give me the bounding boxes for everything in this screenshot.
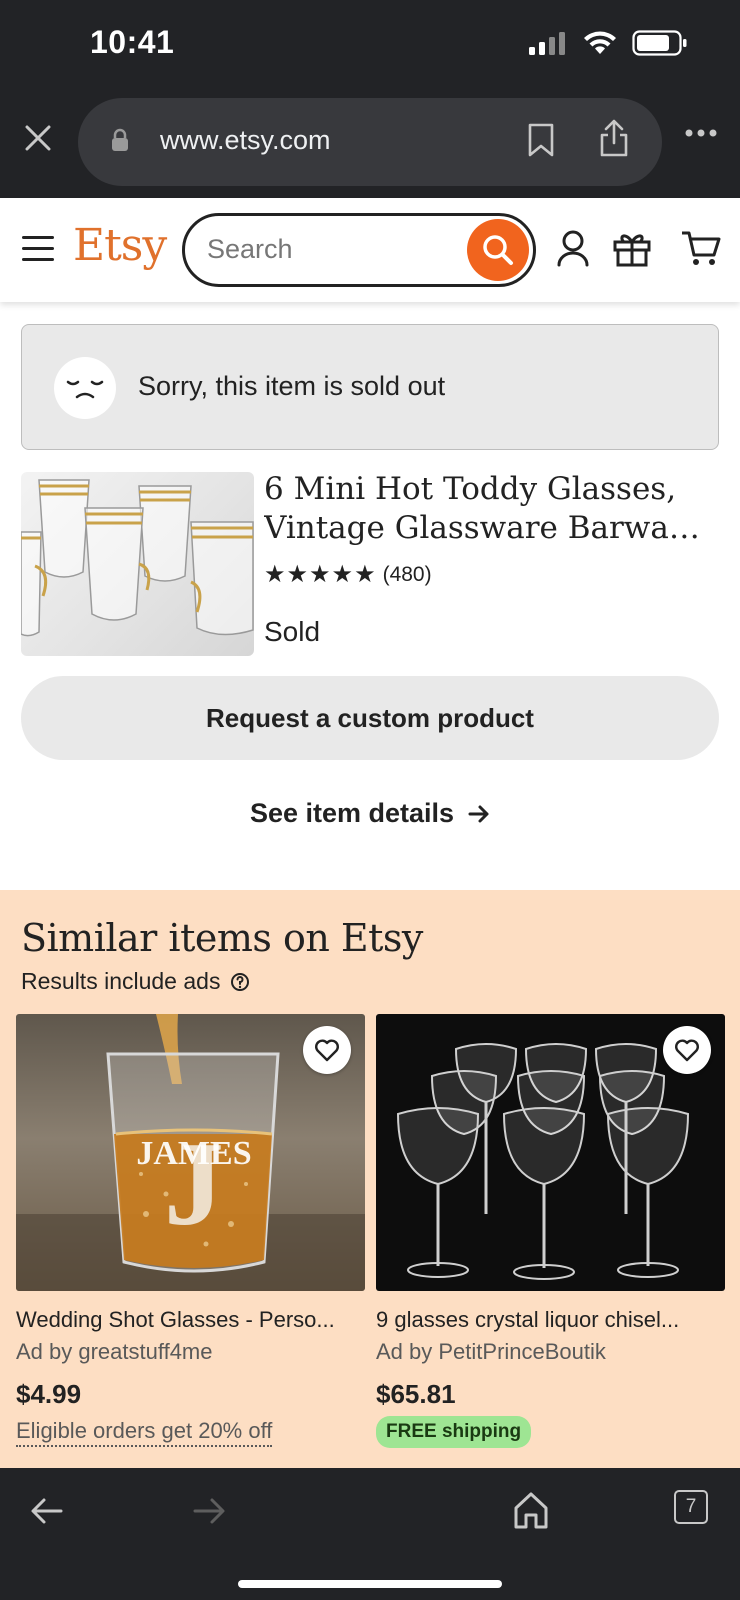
search-input[interactable] — [207, 234, 457, 265]
cellular-signal-icon — [529, 32, 565, 55]
tabs-button[interactable]: 7 — [674, 1490, 708, 1524]
star-rating-icon: ★★★★★ — [264, 561, 377, 588]
more-icon[interactable] — [684, 128, 718, 138]
close-button[interactable] — [20, 120, 56, 156]
arrow-right-icon — [468, 805, 489, 822]
search-box — [182, 213, 536, 287]
request-custom-product-button[interactable]: Request a custom product — [21, 676, 719, 760]
status-time: 10:41 — [90, 24, 175, 60]
battery-icon — [632, 30, 687, 56]
product-status: Sold — [264, 616, 321, 647]
sold-out-message: Sorry, this item is sold out — [138, 371, 446, 401]
product-image[interactable] — [21, 472, 254, 656]
main-content: Sorry, this item is sold out 6 Mini Hot … — [0, 302, 740, 890]
review-count: (480) — [382, 562, 432, 586]
status-bar: 10:41 — [0, 0, 740, 92]
similar-item-seller: Ad by greatstuff4me — [16, 1339, 213, 1364]
product-title-line-2: Vintage Glassware Barware,... — [264, 510, 714, 546]
url-text: www.etsy.com — [160, 125, 331, 155]
similar-item-seller: Ad by PetitPrinceBoutik — [376, 1339, 606, 1364]
heart-icon — [675, 1039, 699, 1062]
rating: ★★★★★ (480) — [264, 560, 432, 589]
address-bar[interactable]: www.etsy.com — [78, 98, 662, 186]
home-indicator — [238, 1580, 502, 1588]
home-icon[interactable] — [512, 1490, 550, 1530]
similar-item-title[interactable]: Wedding Shot Glasses - Perso... — [16, 1307, 360, 1333]
similar-item-price: $65.81 — [376, 1379, 456, 1409]
see-item-details-link[interactable]: See item details — [0, 798, 740, 829]
sad-face-icon — [54, 357, 116, 419]
tab-count: 7 — [685, 1496, 697, 1517]
favorite-button[interactable] — [663, 1026, 711, 1074]
ads-note: Results include ads — [21, 968, 250, 995]
similar-item-card[interactable]: 9 glasses crystal liquor chisel... Ad by… — [376, 1014, 725, 1448]
share-icon[interactable] — [598, 118, 630, 158]
back-arrow-icon[interactable] — [30, 1496, 64, 1526]
similar-items-title: Similar items on Etsy — [21, 916, 423, 960]
account-icon[interactable] — [556, 228, 590, 268]
bookmark-icon[interactable] — [526, 122, 556, 158]
lock-icon — [112, 128, 128, 151]
etsy-logo[interactable]: Etsy — [73, 220, 167, 271]
wifi-icon — [584, 31, 616, 54]
ads-note-label: Results include ads — [21, 968, 221, 994]
sold-out-banner: Sorry, this item is sold out — [21, 324, 719, 450]
heart-icon — [315, 1039, 339, 1062]
forward-arrow-icon[interactable] — [192, 1496, 226, 1526]
favorite-button[interactable] — [303, 1026, 351, 1074]
similar-item-promo[interactable]: Eligible orders get 20% off — [16, 1418, 273, 1447]
similar-item-title[interactable]: 9 glasses crystal liquor chisel... — [376, 1307, 720, 1333]
free-shipping-badge: FREE shipping — [376, 1416, 532, 1448]
browser-bottom-bar: 7 — [0, 1468, 740, 1600]
hamburger-menu-icon[interactable] — [22, 236, 54, 262]
close-icon — [25, 125, 51, 151]
product-title-line-1: 6 Mini Hot Toddy Glasses, — [264, 471, 677, 507]
etsy-header: Etsy — [0, 198, 740, 302]
see-item-details-label: See item details — [249, 798, 455, 828]
similar-item-image[interactable] — [376, 1014, 725, 1291]
similar-item-image[interactable]: J JAMES — [16, 1014, 365, 1291]
status-icons — [528, 30, 688, 56]
search-icon — [483, 235, 513, 265]
product-title[interactable]: 6 Mini Hot Toddy Glasses, Vintage Glassw… — [264, 470, 714, 548]
engraving-name: JAMES — [136, 1135, 251, 1172]
gift-icon[interactable] — [612, 228, 652, 268]
similar-item-card[interactable]: J JAMES Wedding Shot Glasses - Perso... … — [16, 1014, 365, 1447]
help-icon[interactable] — [230, 972, 250, 992]
search-button[interactable] — [467, 219, 529, 281]
cart-icon[interactable] — [680, 228, 722, 268]
similar-item-price: $4.99 — [16, 1379, 82, 1409]
similar-items-section: Similar items on Etsy Results include ad… — [0, 890, 740, 1468]
browser-toolbar: www.etsy.com — [0, 92, 740, 198]
